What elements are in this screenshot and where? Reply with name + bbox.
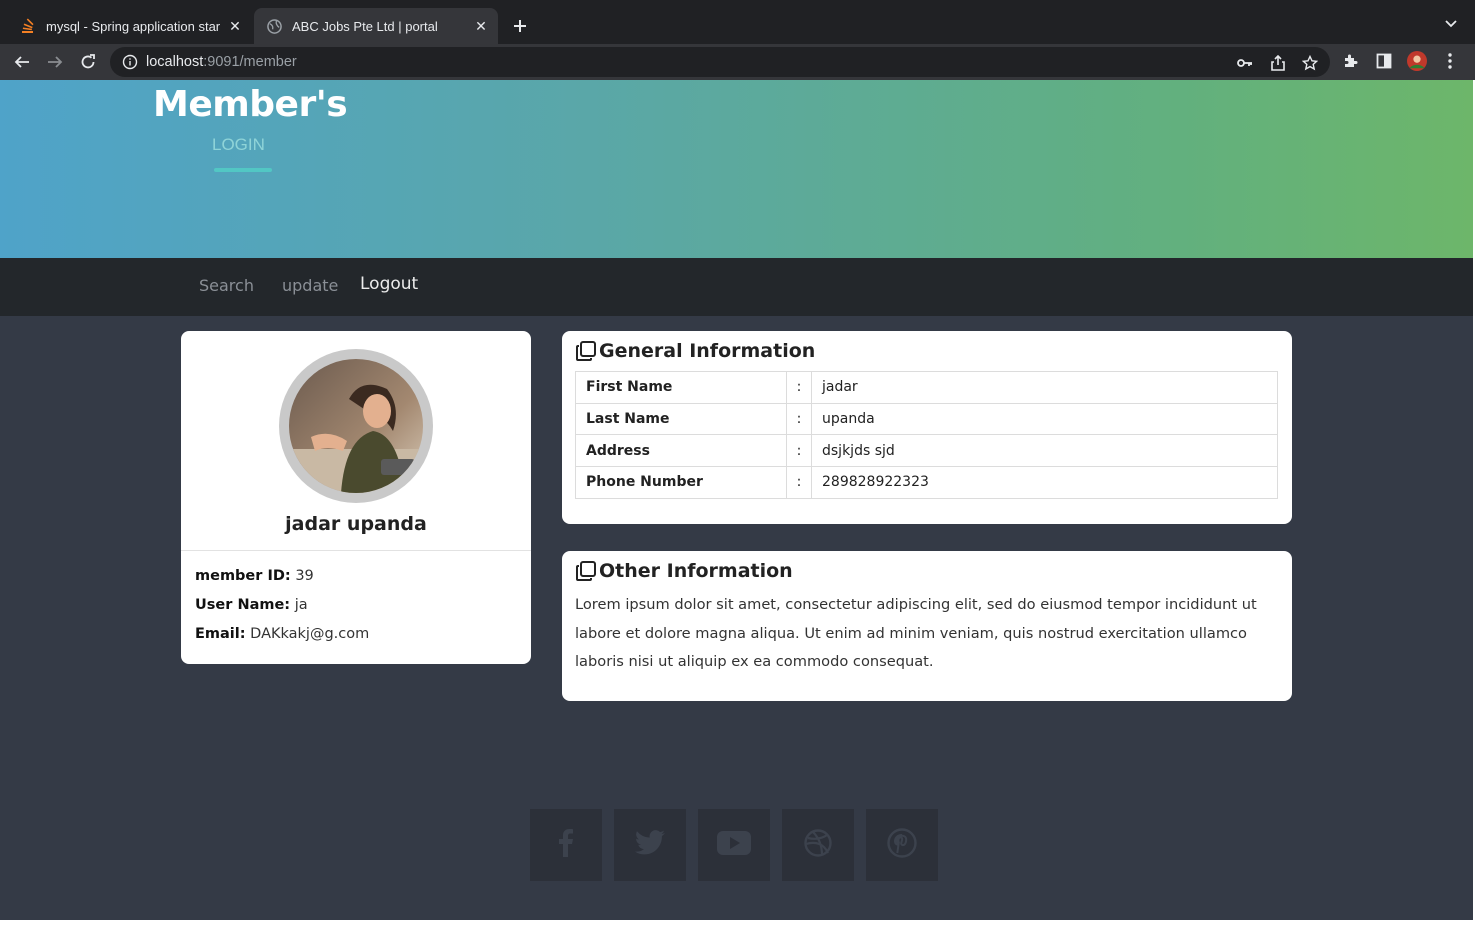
address-value: dsjkjds sjd [811,434,1278,468]
username-row: User Name: ja [195,597,308,613]
dribbble-button[interactable] [782,809,854,881]
other-information-title: Other Information [599,560,793,582]
last-name-label: Last Name [575,402,787,436]
tab-title: mysql - Spring application star [46,18,221,34]
bookmark-star-icon[interactable] [1301,54,1319,72]
title-underline [214,168,272,172]
url-path: :9091/member [203,54,297,70]
browser-tab-bar: mysql - Spring application star ✕ ABC Jo… [0,0,1475,44]
email-label: Email: [195,626,246,642]
email-value: DAKkakj@g.com [250,626,370,642]
main-navbar: Search update Logout [0,258,1473,316]
youtube-button[interactable] [698,809,770,881]
avatar [279,349,433,503]
browser-tab-portal[interactable]: ABC Jobs Pte Ltd | portal ✕ [254,8,498,44]
other-information-card: Other Information Lorem ipsum dolor sit … [562,551,1292,701]
general-information-heading: General Information [575,340,815,362]
separator: : [786,402,812,436]
other-information-heading: Other Information [575,560,793,582]
divider [181,550,531,551]
back-arrow-icon[interactable] [10,50,34,74]
share-icon[interactable] [1269,54,1287,72]
table-row: Last Name : upanda [575,402,1278,436]
profile-name: jadar upanda [285,513,427,535]
side-panel-icon[interactable] [1374,51,1394,71]
page-title: Member's [153,84,348,125]
stackoverflow-favicon-icon [20,18,36,34]
twitter-icon [635,829,665,861]
general-information-table: First Name : jadar Last Name : upanda Ad… [575,371,1278,499]
separator: : [786,466,812,499]
tab-title: ABC Jobs Pte Ltd | portal [292,18,438,34]
page-subtitle: LOGIN [212,135,265,154]
member-id-row: member ID: 39 [195,568,314,584]
nav-logout-link[interactable]: Logout [360,274,418,294]
clone-icon [575,560,597,582]
phone-number-label: Phone Number [575,466,787,499]
address-bar[interactable]: localhost:9091/member [110,47,1330,77]
first-name-value: jadar [811,371,1278,404]
address-label: Address [575,434,787,468]
table-row: Phone Number : 289828922323 [575,466,1278,499]
pinterest-icon [887,827,917,863]
page-body: Member's LOGIN Search update Logout jada… [0,80,1473,920]
url-text: localhost:9091/member [146,54,297,70]
reload-icon[interactable] [76,50,100,74]
browser-toolbar: localhost:9091/member [0,44,1475,80]
kebab-menu-icon[interactable] [1440,51,1460,71]
info-icon[interactable] [122,54,138,70]
separator: : [786,371,812,404]
general-information-title: General Information [599,340,816,362]
extensions-puzzle-icon[interactable] [1341,51,1361,71]
member-id-label: member ID: [195,568,291,584]
general-information-card: General Information First Name : jadar L… [562,331,1292,524]
table-row: First Name : jadar [575,371,1278,404]
username-label: User Name: [195,597,291,613]
close-tab-icon[interactable]: ✕ [224,15,246,37]
close-tab-icon[interactable]: ✕ [470,15,492,37]
last-name-value: upanda [811,402,1278,436]
facebook-icon [558,828,574,862]
clone-icon [575,340,597,362]
key-icon[interactable] [1236,54,1254,72]
url-host: localhost [146,54,204,70]
pinterest-button[interactable] [866,809,938,881]
forward-arrow-icon[interactable] [43,50,67,74]
globe-favicon-icon [266,18,282,34]
member-id-value: 39 [295,568,314,584]
twitter-button[interactable] [614,809,686,881]
nav-search-link[interactable]: Search [199,276,254,295]
nav-update-link[interactable]: update [282,276,338,295]
browser-tab-mysql[interactable]: mysql - Spring application star ✕ [8,8,252,44]
youtube-icon [717,830,751,860]
chevron-down-icon[interactable] [1441,14,1461,34]
profile-card: jadar upanda member ID: 39 User Name: ja… [181,331,531,664]
table-row: Address : dsjkjds sjd [575,434,1278,468]
first-name-label: First Name [575,371,787,404]
dribbble-icon [804,828,832,862]
new-tab-icon[interactable] [507,13,533,39]
profile-avatar-icon[interactable] [1407,51,1427,71]
other-information-text: Lorem ipsum dolor sit amet, consectetur … [575,596,1257,671]
facebook-button[interactable] [530,809,602,881]
hero-banner: Member's LOGIN [0,80,1473,258]
username-value: ja [294,597,308,613]
profile-photo [289,359,423,493]
separator: : [786,434,812,468]
email-row: Email: DAKkakj@g.com [195,626,369,642]
phone-number-value: 289828922323 [811,466,1278,499]
